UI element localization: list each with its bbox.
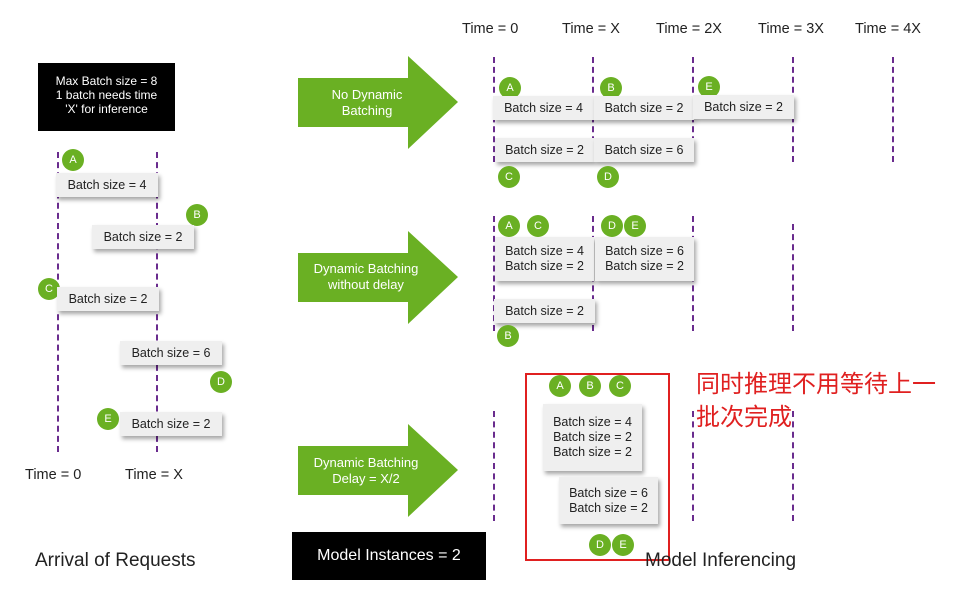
arrow-label-1: No Dynamic Batching bbox=[331, 87, 403, 118]
arrival-box-e: Batch size = 2 bbox=[120, 412, 222, 436]
row3-box-de-line2: Batch size = 2 bbox=[569, 500, 648, 515]
arrival-badge-e: E bbox=[97, 408, 119, 430]
row2-box-ac-line1: Batch size = 4 bbox=[505, 244, 584, 258]
arrow-label-3: Dynamic Batching Delay = X/2 bbox=[313, 455, 419, 486]
row3-badge-d: D bbox=[589, 534, 611, 556]
row3-box-abc: Batch size = 4 Batch size = 2 Batch size… bbox=[543, 404, 642, 471]
top-time-2x: Time = 2X bbox=[656, 21, 722, 37]
arrival-time-left: Time = 0 bbox=[25, 467, 82, 483]
row3-box-de-line1: Batch size = 6 bbox=[569, 485, 648, 500]
row3-box-de: Batch size = 6 Batch size = 2 bbox=[559, 477, 658, 524]
info-line-1: Max Batch size = 8 bbox=[55, 74, 158, 88]
annotation-text: 同时推理不用等待上一批次完成 bbox=[696, 371, 936, 431]
row3-badge-a: A bbox=[549, 375, 571, 397]
row3-line-0 bbox=[493, 411, 495, 521]
arrow-label-2: Dynamic Batching without delay bbox=[313, 261, 419, 292]
arrival-box-a: Batch size = 4 bbox=[56, 173, 158, 197]
row1-box-e: Batch size = 2 bbox=[693, 95, 794, 119]
info-box: Max Batch size = 8 1 batch needs time 'X… bbox=[38, 63, 175, 131]
arrival-time-right: Time = X bbox=[125, 467, 183, 483]
top-time-4x: Time = 4X bbox=[855, 21, 921, 37]
row3-box-abc-line1: Batch size = 4 bbox=[553, 415, 632, 429]
row3-box-abc-line3: Batch size = 2 bbox=[553, 445, 632, 459]
arrival-box-c: Batch size = 2 bbox=[57, 287, 159, 311]
arrival-badge-d: D bbox=[210, 371, 232, 393]
row2-badge-e: E bbox=[624, 215, 646, 237]
row2-box-b: Batch size = 2 bbox=[494, 299, 595, 323]
row3-badge-b: B bbox=[579, 375, 601, 397]
row2-box-de-line2: Batch size = 2 bbox=[605, 259, 684, 273]
row2-badge-d: D bbox=[601, 215, 623, 237]
arrival-caption: Arrival of Requests bbox=[35, 550, 196, 571]
arrival-badge-b: B bbox=[186, 204, 208, 226]
row3-badge-e: E bbox=[612, 534, 634, 556]
top-time-3x: Time = 3X bbox=[758, 21, 824, 37]
row1-box-d: Batch size = 6 bbox=[594, 138, 694, 162]
top-time-0: Time = 0 bbox=[462, 21, 519, 37]
arrival-box-b: Batch size = 2 bbox=[92, 225, 194, 249]
row2-badge-a: A bbox=[498, 215, 520, 237]
row1-box-a: Batch size = 4 bbox=[493, 96, 594, 120]
arrival-box-d: Batch size = 6 bbox=[120, 341, 222, 365]
row2-badge-b: B bbox=[497, 325, 519, 347]
row2-box-de: Batch size = 6 Batch size = 2 bbox=[595, 237, 694, 281]
row2-box-de-line1: Batch size = 6 bbox=[605, 244, 684, 258]
model-instances-box: Model Instances = 2 bbox=[292, 532, 486, 580]
row3-badge-c: C bbox=[609, 375, 631, 397]
model-inferencing-caption: Model Inferencing bbox=[645, 550, 797, 571]
row1-badge-c: C bbox=[498, 166, 520, 188]
info-line-2: 1 batch needs time bbox=[55, 88, 158, 102]
info-line-3: 'X' for inference bbox=[65, 102, 148, 116]
row2-badge-c: C bbox=[527, 215, 549, 237]
row3-box-abc-line2: Batch size = 2 bbox=[553, 430, 632, 444]
row2-box-ac: Batch size = 4 Batch size = 2 bbox=[495, 237, 594, 281]
row2-line-3x bbox=[792, 224, 794, 331]
arrival-badge-a: A bbox=[62, 149, 84, 171]
row1-line-4x bbox=[892, 57, 894, 162]
row3-line-x2 bbox=[692, 411, 694, 521]
row1-box-c: Batch size = 2 bbox=[495, 138, 594, 162]
row1-badge-d: D bbox=[597, 166, 619, 188]
row2-box-ac-line2: Batch size = 2 bbox=[505, 259, 584, 273]
top-time-x: Time = X bbox=[562, 21, 620, 37]
row1-box-b: Batch size = 2 bbox=[594, 96, 694, 120]
